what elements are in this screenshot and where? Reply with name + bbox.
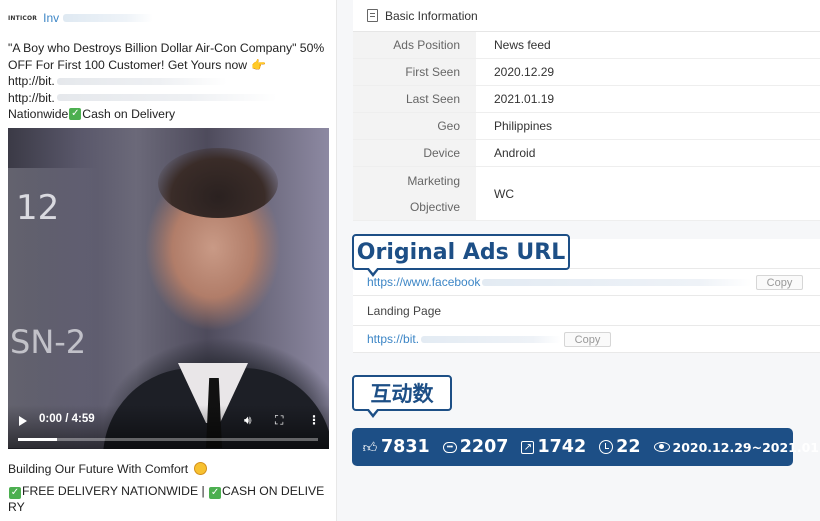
info-row-ads-position: Ads Position News feed — [353, 32, 820, 59]
video-time: 0:00 / 4:59 — [39, 413, 95, 425]
likes-count: 7831 — [381, 437, 430, 457]
info-value: WC — [494, 186, 514, 201]
video-subject-hair — [158, 148, 278, 218]
video-progress-bar[interactable] — [18, 438, 318, 441]
basic-info-table: Ads Position News feed First Seen 2020.1… — [353, 32, 820, 221]
pointing-hand-icon: 👉 — [251, 57, 267, 72]
original-url-link[interactable]: https://www.facebook — [367, 275, 480, 289]
shares-count: 1742 — [537, 437, 587, 457]
ad-preview-panel: INTICOR Inv "A Boy who Destroys Billion … — [0, 0, 337, 521]
info-value: 2021.01.19 — [494, 92, 555, 106]
info-label: Geo — [353, 113, 476, 139]
basic-info-title: Basic Information — [385, 8, 478, 23]
landing-url-link[interactable]: https://bit. — [367, 332, 419, 346]
interactions-callout: 互动数 — [352, 375, 452, 418]
ad-footer-copy: Building Our Future With Comfort ✓ FREE D… — [8, 461, 330, 516]
info-value: News feed — [494, 38, 551, 52]
document-icon — [367, 9, 378, 22]
ad-footer-line: RY — [8, 500, 25, 514]
clock-icon — [599, 440, 614, 454]
info-value: 2020.12.29 — [494, 65, 555, 79]
info-label: Last Seen — [353, 86, 476, 112]
redacted-url-blur — [421, 335, 562, 343]
info-label: Ads Position — [353, 32, 476, 58]
advertiser-header: INTICOR Inv — [8, 10, 328, 26]
likes-stat: 👍︎ 7831 — [362, 437, 430, 457]
advertiser-name-link[interactable]: Inv — [43, 11, 59, 25]
info-row-geo: Geo Philippines — [353, 113, 820, 140]
landing-url-row: https://bit. Copy — [353, 326, 820, 353]
info-row-marketing-objective: Marketing Objective WC — [353, 167, 820, 221]
info-row-device: Device Android — [353, 140, 820, 167]
check-mark-icon: ✓ — [209, 486, 222, 499]
ad-footer-line: ✓ FREE DELIVERY NATIONWIDE | ✓ CASH ON DEL… — [9, 483, 325, 499]
ad-copy-line: "A Boy who Destroys Billion Dollar Air-C… — [8, 41, 325, 55]
info-label: Marketing Objective — [353, 167, 476, 220]
ad-video-player[interactable]: 12 SN-2 0:00 / 4:59 🔊︎ ⛶ ⋮ — [8, 128, 329, 449]
eye-icon — [653, 442, 670, 452]
advertiser-name-blur — [63, 14, 154, 22]
date-range-stat: 2020.12.29~2021.01.19 — [653, 439, 820, 455]
comments-stat: ••• 2207 — [442, 437, 509, 457]
ad-copy: "A Boy who Destroys Billion Dollar Air-C… — [8, 40, 330, 123]
ad-copy-line: OFF For First 100 Customer! Get Yours no… — [8, 57, 267, 72]
fullscreen-icon[interactable]: ⛶ — [275, 413, 283, 428]
redacted-link-blur — [56, 94, 277, 102]
ad-copy-line: Nationwide ✓ Cash on Delivery — [8, 107, 176, 121]
original-url-row: https://www.facebook Copy — [353, 269, 820, 296]
shares-stat: ↗ 1742 — [521, 437, 586, 457]
video-controls: 0:00 / 4:59 🔊︎ ⛶ ⋮ — [8, 405, 329, 449]
copy-landing-url-button[interactable]: Copy — [564, 332, 611, 347]
info-row-first-seen: First Seen 2020.12.29 — [353, 59, 820, 86]
check-mark-icon: ✓ — [9, 486, 21, 499]
comments-count: 2207 — [459, 437, 509, 457]
landing-page-label: Landing Page — [353, 296, 820, 326]
advertiser-logo: INTICOR — [8, 14, 38, 22]
video-chalk-text: SN-2 — [10, 323, 87, 361]
info-value: Android — [494, 146, 536, 160]
comment-icon: ••• — [442, 441, 457, 453]
engagement-stats-bar: 👍︎ 7831 ••• 2207 ↗ 1742 22 2020.12.29~20… — [352, 428, 820, 466]
info-value: Philippines — [494, 119, 553, 133]
check-mark-icon: ✓ — [69, 108, 82, 121]
copy-original-url-button[interactable]: Copy — [756, 275, 803, 290]
ad-footer-line: Building Our Future With Comfort — [8, 461, 330, 478]
play-icon[interactable] — [19, 416, 27, 426]
info-label: Device — [353, 140, 476, 166]
ad-link-line[interactable]: http://bit. — [8, 73, 330, 90]
days-count: 22 — [616, 437, 641, 457]
share-icon: ↗ — [521, 440, 535, 454]
days-stat: 22 — [599, 437, 641, 457]
ad-link-line[interactable]: http://bit. — [8, 90, 330, 107]
redacted-link-blur — [56, 77, 227, 85]
date-range: 2020.12.29~2021.01.19 — [672, 439, 820, 455]
smiling-face-icon — [193, 462, 207, 475]
video-progress-fill — [18, 438, 57, 441]
info-label: First Seen — [353, 59, 476, 85]
info-row-last-seen: Last Seen 2021.01.19 — [353, 86, 820, 113]
redacted-url-blur — [482, 278, 753, 286]
thumbs-up-icon: 👍︎ — [362, 438, 378, 455]
volume-icon[interactable]: 🔊︎ — [244, 413, 252, 428]
original-ads-url-callout: Original Ads URL — [352, 234, 570, 277]
basic-info-header: Basic Information — [353, 0, 820, 32]
video-chalk-text: 12 — [16, 188, 60, 228]
more-options-icon[interactable]: ⋮ — [308, 413, 320, 427]
